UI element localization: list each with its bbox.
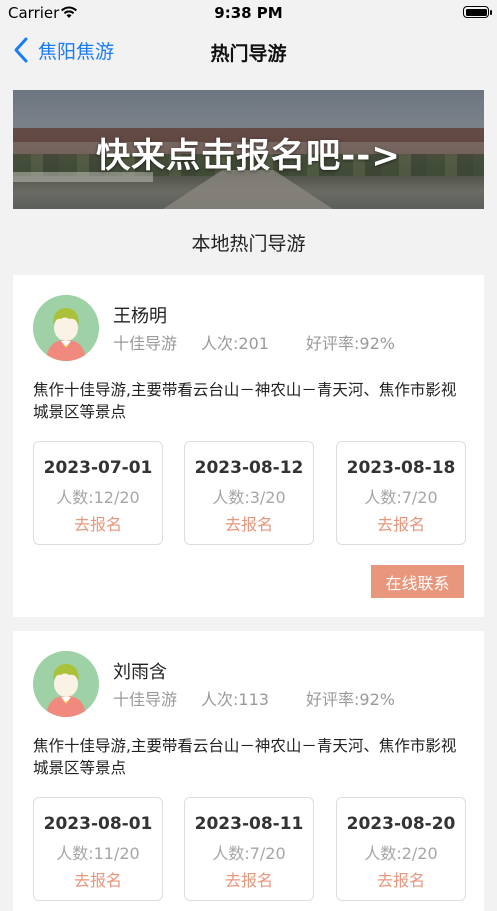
battery-icon	[463, 6, 489, 18]
guide-card: 王杨明 十佳导游 人次:201 好评率:92% 焦作十佳导游,主要带看云台山－神…	[13, 275, 484, 617]
guide-name: 刘雨含	[113, 662, 167, 683]
guide-card: 刘雨含 十佳导游 人次:113 好评率:92% 焦作十佳导游,主要带看云台山－神…	[13, 631, 484, 911]
section-title: 本地热门导游	[191, 233, 306, 255]
contact-online-button[interactable]: 在线联系	[371, 565, 464, 598]
slot-people: 人数:2/20	[364, 844, 438, 863]
banner-text: 快来点击报名吧-->	[96, 136, 401, 176]
guide-rating: 好评率:92%	[306, 334, 395, 353]
guide-count: 人次:201	[201, 334, 269, 353]
guide-title: 十佳导游	[113, 690, 178, 709]
guide-description: 焦作十佳导游,主要带看云台山－神农山－青天河、焦作市影视城景区等景点	[33, 381, 457, 421]
signup-link[interactable]: 去报名	[34, 511, 162, 535]
slot-people: 人数:7/20	[212, 844, 286, 863]
signup-link[interactable]: 去报名	[185, 511, 313, 535]
schedule-slot[interactable]: 2023-08-01 人数:11/20 去报名	[33, 797, 163, 901]
slot-people: 人数:3/20	[212, 488, 286, 507]
navigation-bar: 焦阳焦游 热门导游	[0, 26, 497, 76]
guide-rating: 好评率:92%	[306, 690, 395, 709]
person-avatar-icon	[33, 295, 99, 361]
slot-date: 2023-08-01	[43, 814, 153, 834]
signup-banner[interactable]: 快来点击报名吧-->	[13, 90, 484, 209]
status-time: 9:38 PM	[214, 4, 283, 22]
signup-link[interactable]: 去报名	[34, 867, 162, 891]
slot-people: 人数:12/20	[56, 488, 140, 507]
guide-count: 人次:113	[201, 690, 269, 709]
signup-link[interactable]: 去报名	[185, 867, 313, 891]
battery-tip	[490, 10, 492, 15]
schedule-slot[interactable]: 2023-08-20 人数:2/20 去报名	[336, 797, 466, 901]
slot-date: 2023-08-12	[194, 458, 304, 478]
slot-people: 人数:11/20	[56, 844, 140, 863]
slot-date: 2023-08-20	[346, 814, 456, 834]
guide-description: 焦作十佳导游,主要带看云台山－神农山－青天河、焦作市影视城景区等景点	[33, 737, 457, 777]
person-avatar-icon	[33, 651, 99, 717]
guide-title: 十佳导游	[113, 334, 178, 353]
schedule-slot[interactable]: 2023-07-01 人数:12/20 去报名	[33, 441, 163, 545]
schedule-slot[interactable]: 2023-08-18 人数:7/20 去报名	[336, 441, 466, 545]
signup-link[interactable]: 去报名	[337, 867, 465, 891]
schedule-slot[interactable]: 2023-08-12 人数:3/20 去报名	[184, 441, 314, 545]
signup-link[interactable]: 去报名	[337, 511, 465, 535]
slot-date: 2023-07-01	[43, 458, 153, 478]
slot-date: 2023-08-18	[346, 458, 456, 478]
slot-date: 2023-08-11	[194, 814, 304, 834]
slot-people: 人数:7/20	[364, 488, 438, 507]
schedule-slot[interactable]: 2023-08-11 人数:7/20 去报名	[184, 797, 314, 901]
page-title: 热门导游	[210, 43, 287, 65]
guide-name: 王杨明	[113, 306, 167, 327]
status-bar: Carrier 9:38 PM	[0, 0, 497, 26]
